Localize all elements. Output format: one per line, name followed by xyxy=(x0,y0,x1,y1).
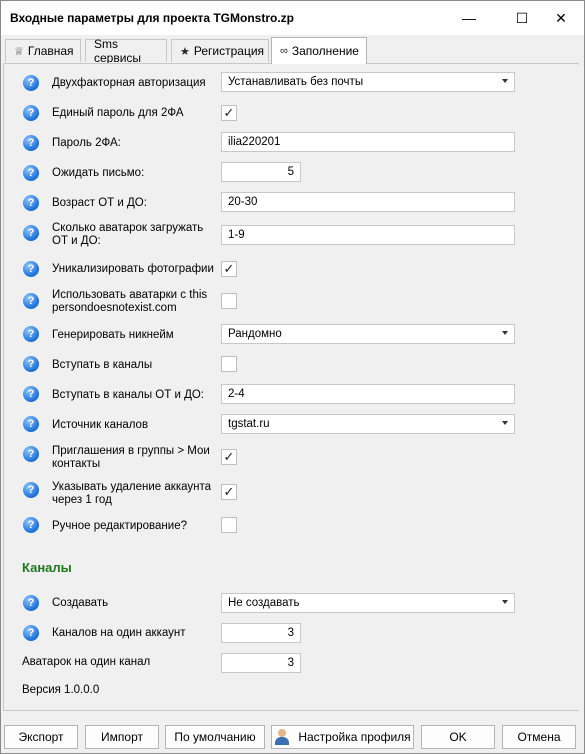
help-icon[interactable]: ? xyxy=(23,356,39,372)
uniqualize-photos-checkbox[interactable]: ✓ xyxy=(221,261,237,277)
help-icon[interactable]: ? xyxy=(23,326,39,342)
user-avatar-icon xyxy=(274,729,290,745)
version-label: Версия 1.0.0.0 xyxy=(22,684,100,696)
chevron-down-icon xyxy=(502,600,508,604)
field-label: Вступать в каналы xyxy=(52,359,153,371)
field-label: Источник каналов xyxy=(52,419,149,431)
tab-label: Sms сервисы xyxy=(94,37,142,65)
field-label: Указывать удаление аккаунта через 1 год xyxy=(52,481,212,506)
tab-registration[interactable]: ★ Регистрация xyxy=(171,39,269,62)
cancel-button[interactable]: Отмена xyxy=(502,725,576,749)
field-label: Ожидать письмо: xyxy=(52,167,145,179)
channels-per-account-input[interactable]: 3 xyxy=(221,623,301,643)
tab-sms-services[interactable]: Sms сервисы xyxy=(85,37,167,65)
field-label: Возраст ОТ и ДО: xyxy=(52,197,147,209)
field-label: Единый пароль для 2ФА xyxy=(52,107,184,119)
export-button[interactable]: Экспорт xyxy=(4,725,78,749)
import-button[interactable]: Импорт xyxy=(85,725,159,749)
field-label: Использовать аватарки с thispersondoesno… xyxy=(52,289,208,314)
star-icon: ★ xyxy=(180,45,190,58)
help-icon[interactable]: ? xyxy=(23,293,39,309)
field-label: Генерировать никнейм xyxy=(52,329,174,341)
avatars-range-input[interactable]: 1-9 xyxy=(221,225,515,245)
age-range-input[interactable]: 20-30 xyxy=(221,192,515,212)
thisperson-avatars-checkbox[interactable] xyxy=(221,293,237,309)
field-label: Приглашения в группы > Мои контакты xyxy=(52,445,210,470)
channel-source-select[interactable]: tgstat.ru xyxy=(221,414,515,434)
help-icon[interactable]: ? xyxy=(23,261,39,277)
help-icon[interactable]: ? xyxy=(23,165,39,181)
join-channels-range-input[interactable]: 2-4 xyxy=(221,384,515,404)
select-value: Не создавать xyxy=(228,597,300,609)
field-label: Вступать в каналы ОТ и ДО: xyxy=(52,389,205,401)
group-invites-checkbox[interactable]: ✓ xyxy=(221,449,237,465)
tab-filling[interactable]: ∞ Заполнение xyxy=(271,37,367,64)
account-deletion-checkbox[interactable]: ✓ xyxy=(221,484,237,500)
help-icon[interactable]: ? xyxy=(23,446,39,462)
minimize-button[interactable]: — xyxy=(446,1,492,35)
tab-label: Заполнение xyxy=(291,44,359,58)
create-channels-select[interactable]: Не создавать xyxy=(221,593,515,613)
ok-button[interactable]: OK xyxy=(421,725,495,749)
help-icon[interactable]: ? xyxy=(23,595,39,611)
window-title: Входные параметры для проекта TGMonstro.… xyxy=(10,11,294,25)
tab-main[interactable]: ♕ Главная xyxy=(5,39,81,62)
field-label: Каналов на один аккаунт xyxy=(52,627,186,639)
help-icon[interactable]: ? xyxy=(23,416,39,432)
field-label: Уникализировать фотографии xyxy=(52,263,214,275)
field-label: Пароль 2ФА: xyxy=(52,137,121,149)
defaults-button[interactable]: По умолчанию xyxy=(165,725,265,749)
join-channels-checkbox[interactable] xyxy=(221,356,237,372)
scroll-area xyxy=(572,65,580,710)
help-icon[interactable]: ? xyxy=(23,225,39,241)
manual-edit-checkbox[interactable] xyxy=(221,517,237,533)
button-label: Настройка профиля xyxy=(298,730,411,744)
profile-settings-button[interactable]: Настройка профиля xyxy=(271,725,414,749)
chevron-down-icon xyxy=(502,421,508,425)
crown-icon: ♕ xyxy=(14,45,24,58)
field-label: Сколько аватарок загружать ОТ и ДО: xyxy=(52,222,204,247)
section-title-channels: Каналы xyxy=(22,560,72,575)
settings-panel: ? Двухфакторная авторизация Устанавливат… xyxy=(3,63,580,711)
field-label: Создавать xyxy=(52,597,109,609)
tab-label: Главная xyxy=(27,44,74,58)
title-bar: Входные параметры для проекта TGMonstro.… xyxy=(1,1,584,35)
field-label: Двухфакторная авторизация xyxy=(52,77,206,89)
help-icon[interactable]: ? xyxy=(23,75,39,91)
avatars-per-channel-input[interactable]: 3 xyxy=(221,653,301,673)
help-icon[interactable]: ? xyxy=(23,105,39,121)
chevron-down-icon xyxy=(502,331,508,335)
password-2fa-input[interactable]: ilia220201 xyxy=(221,132,515,152)
single-password-checkbox[interactable]: ✓ xyxy=(221,105,237,121)
nickname-select[interactable]: Рандомно xyxy=(221,324,515,344)
help-icon[interactable]: ? xyxy=(23,517,39,533)
select-value: tgstat.ru xyxy=(228,418,270,430)
chevron-down-icon xyxy=(502,79,508,83)
wait-email-input[interactable]: 5 xyxy=(221,162,301,182)
help-icon[interactable]: ? xyxy=(23,625,39,641)
dialog-window: Входные параметры для проекта TGMonstro.… xyxy=(0,0,585,754)
tab-label: Регистрация xyxy=(193,44,265,58)
help-icon[interactable]: ? xyxy=(23,135,39,151)
two-factor-select[interactable]: Устанавливать без почты xyxy=(221,72,515,92)
select-value: Устанавливать без почты xyxy=(228,76,364,88)
tab-bar: ♕ Главная Sms сервисы ★ Регистрация ∞ За… xyxy=(1,37,584,65)
field-label: Аватарок на один канал xyxy=(22,656,151,668)
field-label: Ручное редактирование? xyxy=(52,520,187,532)
help-icon[interactable]: ? xyxy=(23,386,39,402)
help-icon[interactable]: ? xyxy=(23,482,39,498)
close-button[interactable]: ✕ xyxy=(538,1,584,35)
infinity-icon: ∞ xyxy=(280,45,288,57)
help-icon[interactable]: ? xyxy=(23,195,39,211)
select-value: Рандомно xyxy=(228,328,282,340)
